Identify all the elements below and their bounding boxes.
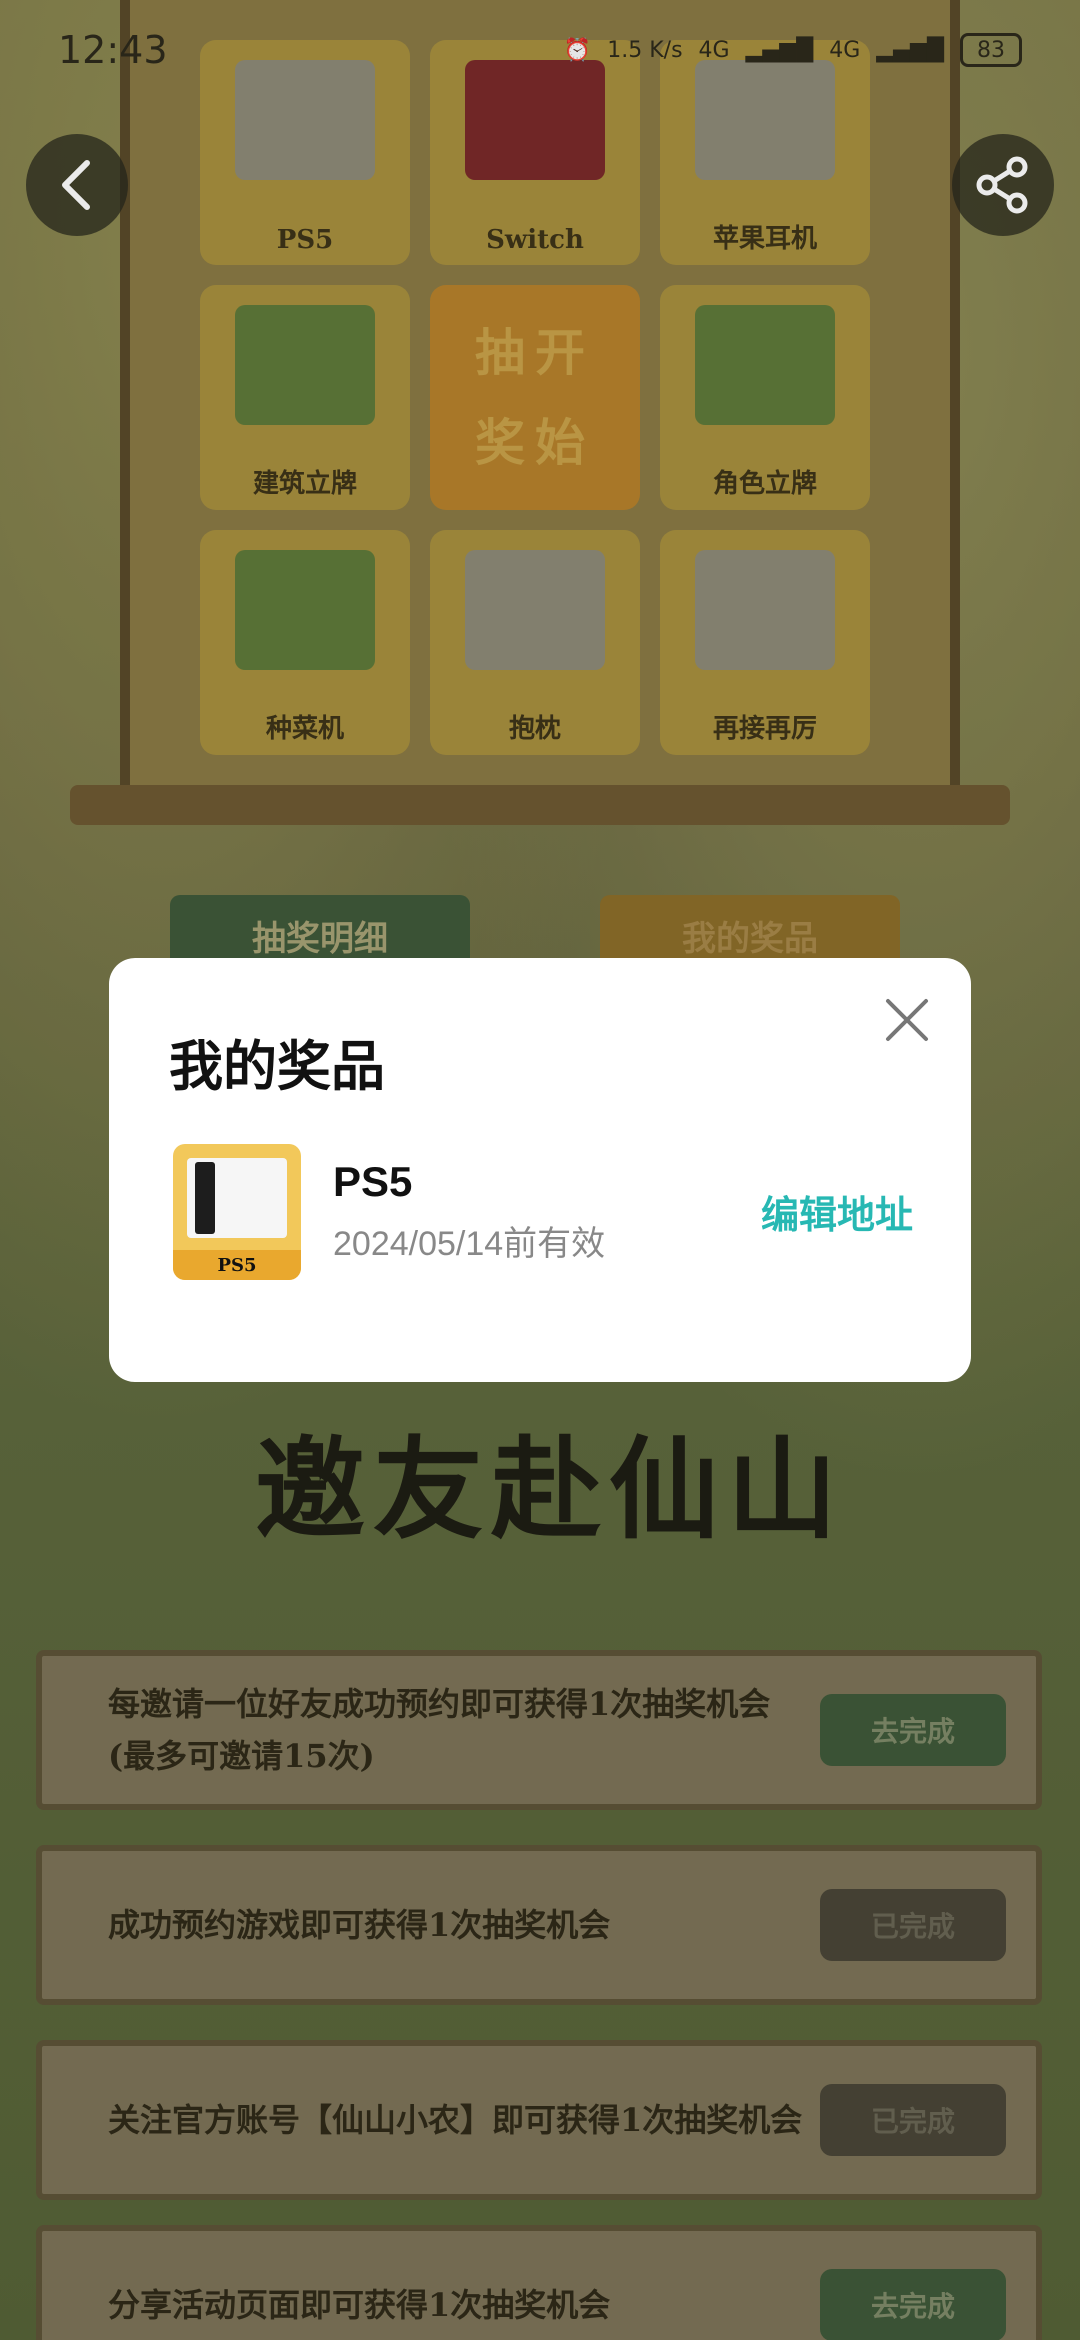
prize-thumbnail: PS5: [173, 1144, 301, 1280]
prize-thumb-label: PS5: [173, 1250, 301, 1280]
close-icon: [886, 999, 928, 1041]
close-button[interactable]: [877, 990, 937, 1050]
my-prizes-modal: 我的奖品 PS5 PS5 2024/05/14前有效 编辑地址: [109, 958, 971, 1382]
prize-name: PS5: [333, 1158, 413, 1205]
ps5-console-icon: [187, 1158, 287, 1238]
prize-valid-until: 2024/05/14前有效: [333, 1225, 606, 1263]
modal-title: 我的奖品: [169, 1037, 385, 1097]
edit-address-button[interactable]: 编辑地址: [761, 1184, 913, 1239]
